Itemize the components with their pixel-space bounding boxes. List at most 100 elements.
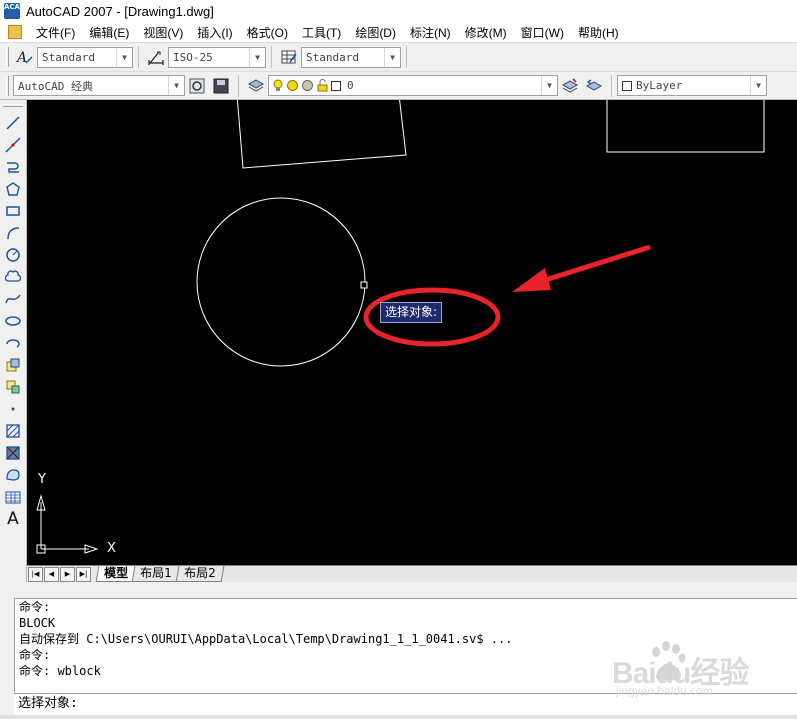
- color-select[interactable]: ByLayer ▼: [617, 75, 767, 96]
- gradient-icon[interactable]: [3, 443, 23, 463]
- layer-state-icons: [269, 79, 341, 93]
- rectangle-entity: [606, 100, 765, 153]
- last-tab-button[interactable]: ▶|: [76, 566, 91, 582]
- ellipse-arc-icon[interactable]: [3, 333, 23, 353]
- spline-icon[interactable]: [3, 289, 23, 309]
- revision-cloud-icon[interactable]: [3, 267, 23, 287]
- command-window-frame: [0, 582, 797, 598]
- command-input[interactable]: 选择对象:: [14, 693, 797, 715]
- command-history-line: BLOCK: [19, 616, 56, 630]
- circle-entity: [196, 197, 366, 367]
- ellipse-icon[interactable]: [3, 311, 23, 331]
- toolbar-grip[interactable]: [6, 75, 9, 96]
- table-style-value: Standard: [306, 50, 359, 64]
- chevron-down-icon[interactable]: ▼: [384, 47, 400, 67]
- window-title: AutoCAD 2007 - [Drawing1.dwg]: [26, 3, 214, 19]
- drawing-canvas[interactable]: Y X 选择对象:: [27, 100, 797, 565]
- menu-insert[interactable]: 插入(I): [191, 24, 240, 41]
- layout-tabs-bar: |◀ ◀ ▶ ▶| 模型 布局1 布局2: [27, 565, 797, 582]
- toolbar-separator: [138, 46, 139, 68]
- line-icon[interactable]: [3, 113, 23, 133]
- chevron-down-icon[interactable]: ▼: [168, 76, 184, 95]
- menu-draw[interactable]: 绘图(D): [349, 24, 404, 41]
- polyline-icon[interactable]: [3, 157, 23, 177]
- tab-model[interactable]: 模型: [95, 566, 137, 582]
- menu-format[interactable]: 格式(O): [241, 24, 296, 41]
- workspace-select[interactable]: AutoCAD 经典 ▼: [13, 75, 185, 96]
- tab-layout2[interactable]: 布局2: [175, 566, 224, 582]
- status-strip: [0, 715, 797, 719]
- command-window-grip[interactable]: [0, 598, 14, 719]
- next-tab-button[interactable]: ▶: [60, 566, 75, 582]
- viewport-sun-icon: [302, 80, 313, 91]
- tab-model-label: 模型: [104, 566, 129, 580]
- table-icon[interactable]: [3, 487, 23, 507]
- menu-window[interactable]: 窗口(W): [515, 24, 572, 41]
- point-icon[interactable]: [3, 399, 23, 419]
- menu-help[interactable]: 帮助(H): [572, 24, 627, 41]
- tab-layout2-label: 布局2: [183, 566, 216, 580]
- multiline-text-icon[interactable]: A: [3, 509, 23, 529]
- lightbulb-icon: [273, 79, 283, 91]
- menu-dimension[interactable]: 标注(N): [404, 24, 459, 41]
- annotation-arrow-shaft: [538, 244, 651, 285]
- layer-properties-icon[interactable]: [246, 76, 266, 96]
- menu-view[interactable]: 视图(V): [137, 24, 191, 41]
- circle-icon[interactable]: [3, 245, 23, 265]
- chevron-down-icon[interactable]: ▼: [249, 47, 265, 67]
- first-tab-button[interactable]: |◀: [28, 566, 43, 582]
- menu-edit[interactable]: 编辑(E): [83, 24, 137, 41]
- chevron-down-icon[interactable]: ▼: [541, 76, 557, 95]
- workspace-settings-icon[interactable]: [187, 76, 207, 96]
- styles-toolbar: A Standard ▼ ISO-25 ▼ Standard ▼: [0, 42, 797, 71]
- document-icon[interactable]: [8, 25, 22, 39]
- command-history[interactable]: 命令: BLOCK 自动保存到 C:\Users\OURUI\AppData\L…: [14, 598, 797, 693]
- text-style-select[interactable]: Standard ▼: [37, 46, 133, 68]
- layer-previous-icon[interactable]: [584, 76, 604, 96]
- toolbar-grip[interactable]: [3, 104, 23, 107]
- insert-block-icon[interactable]: [3, 355, 23, 375]
- layer-value: 0: [347, 79, 354, 92]
- table-style-select[interactable]: Standard ▼: [301, 46, 401, 68]
- command-history-line: 命令: wblock: [19, 664, 101, 678]
- rectangle-entity: [236, 100, 407, 169]
- dimension-style-select[interactable]: ISO-25 ▼: [168, 46, 266, 68]
- layer-color-swatch: [331, 80, 341, 91]
- command-history-line: 命令:: [19, 600, 51, 614]
- polygon-icon[interactable]: [3, 179, 23, 199]
- unlock-icon: [317, 79, 328, 92]
- rectangle-icon[interactable]: [3, 201, 23, 221]
- layers-toolbar: AutoCAD 经典 ▼ 0 ▼ ByLayer ▼: [0, 71, 797, 100]
- tab-layout1-label: 布局1: [140, 566, 172, 580]
- toolbar-separator: [238, 74, 239, 97]
- menu-modify[interactable]: 修改(M): [459, 24, 515, 41]
- make-block-icon[interactable]: [3, 377, 23, 397]
- text-style-icon[interactable]: A: [15, 47, 35, 67]
- chevron-down-icon[interactable]: ▼: [750, 76, 766, 95]
- dimension-style-icon[interactable]: [146, 47, 166, 67]
- table-style-icon[interactable]: [279, 47, 299, 67]
- menu-tools[interactable]: 工具(T): [296, 24, 349, 41]
- drawing-geometry: [36, 100, 765, 554]
- chevron-down-icon[interactable]: ▼: [116, 47, 132, 67]
- make-object-layer-current-icon[interactable]: [560, 76, 580, 96]
- svg-text:A: A: [16, 50, 27, 66]
- command-history-line: 命令:: [19, 648, 51, 662]
- text-style-value: Standard: [42, 50, 95, 64]
- sun-icon: [287, 80, 298, 91]
- save-workspace-icon[interactable]: [211, 76, 231, 96]
- title-bar: ACAD AutoCAD 2007 - [Drawing1.dwg]: [0, 0, 797, 22]
- toolbar-separator: [271, 46, 272, 68]
- region-icon[interactable]: [3, 465, 23, 485]
- hatch-icon[interactable]: [3, 421, 23, 441]
- ucs-icon: [36, 494, 99, 554]
- arc-icon[interactable]: [3, 223, 23, 243]
- previous-tab-button[interactable]: ◀: [44, 566, 59, 582]
- layer-select[interactable]: 0 ▼: [268, 75, 558, 96]
- construction-line-icon[interactable]: [3, 135, 23, 155]
- draw-toolbar: A: [0, 100, 27, 587]
- menu-file[interactable]: 文件(F): [30, 24, 83, 41]
- tab-layout1[interactable]: 布局1: [131, 566, 181, 582]
- autocad-app-icon[interactable]: ACAD: [4, 3, 26, 19]
- toolbar-grip[interactable]: [6, 47, 9, 67]
